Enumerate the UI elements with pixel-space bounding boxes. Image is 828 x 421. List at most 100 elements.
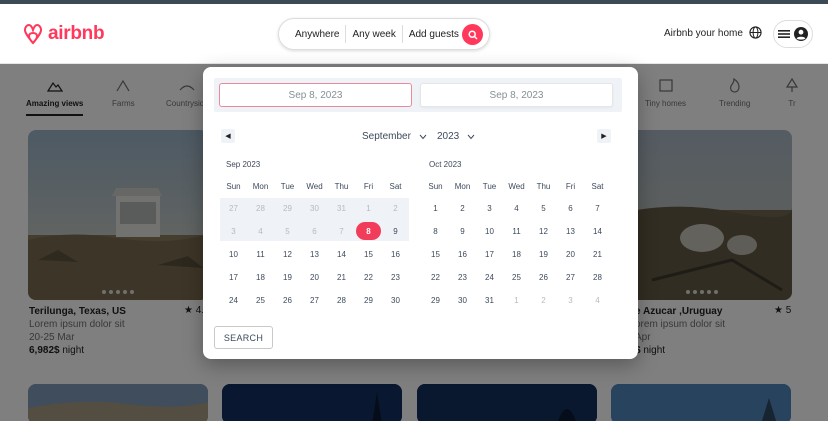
year-select[interactable]: 2023 (437, 131, 475, 142)
triangle-left-icon: ◀ (225, 133, 231, 140)
search-when[interactable]: Any week (346, 25, 401, 43)
hamburger-icon (778, 30, 790, 38)
calendar-day[interactable]: 26 (530, 267, 557, 287)
calendar-day[interactable]: 5 (530, 198, 557, 218)
search-who[interactable]: Add guests (403, 25, 465, 43)
calendar-day[interactable]: 12 (530, 221, 557, 241)
calendar-day[interactable]: 1 (422, 198, 449, 218)
calendar-day: 6 (312, 226, 317, 236)
search-bar[interactable]: Anywhere Any week Add guests (278, 18, 490, 50)
calendar-day[interactable]: 31 (476, 290, 503, 310)
weekday-label: Fri (565, 182, 576, 191)
calendar-day[interactable]: 14 (584, 221, 611, 241)
site-header: airbnb Anywhere Any week Add guests Airb… (0, 4, 828, 64)
calendar-day[interactable]: 18 (503, 244, 530, 264)
start-date-field[interactable]: Sep 8, 2023 (219, 83, 412, 107)
calendar-day[interactable]: 19 (530, 244, 557, 264)
calendar-day: 1 (366, 203, 371, 213)
calendar-day[interactable]: 28 (584, 267, 611, 287)
calendar-day: 2 (541, 295, 546, 305)
calendar-day[interactable]: 18 (247, 267, 274, 287)
calendar-day[interactable]: 16 (382, 244, 409, 264)
weekday-label: Fri (363, 182, 374, 191)
calendar-day[interactable]: 11 (247, 244, 274, 264)
calendar-day[interactable]: 26 (274, 290, 301, 310)
weekday-label: Wed (306, 182, 323, 191)
calendar-day-selected[interactable]: 8 (355, 221, 382, 241)
user-avatar-icon (794, 27, 808, 41)
search-button[interactable] (462, 24, 483, 45)
calendar-day[interactable]: 22 (422, 267, 449, 287)
search-dates-button[interactable]: SEARCH (214, 326, 273, 349)
calendar-day[interactable]: 23 (449, 267, 476, 287)
next-month-button[interactable]: ▶ (597, 129, 611, 143)
calendar-day[interactable]: 19 (274, 267, 301, 287)
calendar-day[interactable]: 29 (355, 290, 382, 310)
calendar-day[interactable]: 8 (422, 221, 449, 241)
calendar-day[interactable]: 29 (422, 290, 449, 310)
calendar-day: 1 (514, 295, 519, 305)
end-date-field[interactable]: Sep 8, 2023 (420, 83, 613, 107)
calendar-day: 3 (231, 226, 236, 236)
calendar-day[interactable]: 20 (301, 267, 328, 287)
calendar-day[interactable]: 13 (301, 244, 328, 264)
calendar-day[interactable]: 24 (220, 290, 247, 310)
calendar-day[interactable]: 22 (355, 267, 382, 287)
airbnb-logo[interactable]: airbnb (22, 22, 105, 46)
calendar-day[interactable]: 2 (449, 198, 476, 218)
weekday-label: Thu (334, 182, 349, 191)
calendar-day[interactable]: 27 (557, 267, 584, 287)
calendar-day[interactable]: 12 (274, 244, 301, 264)
calendar-day[interactable]: 16 (449, 244, 476, 264)
calendar-day: 31 (337, 203, 346, 213)
weekday-label: Sat (389, 182, 402, 191)
calendar-day[interactable]: 30 (449, 290, 476, 310)
month-select-value: September (362, 131, 411, 142)
calendar-day[interactable]: 15 (355, 244, 382, 264)
calendar-day: 4 (258, 226, 263, 236)
calendar-day: 29 (283, 203, 292, 213)
calendar-day[interactable]: 9 (449, 221, 476, 241)
month-caption-oct: Oct 2023 (429, 160, 462, 169)
calendar-day[interactable]: 27 (301, 290, 328, 310)
calendar-day: 3 (568, 295, 573, 305)
calendar-day[interactable]: 9 (382, 221, 409, 241)
calendar-day[interactable]: 25 (247, 290, 274, 310)
calendar-day[interactable]: 14 (328, 244, 355, 264)
weekday-label: Sun (428, 182, 443, 191)
calendar-day[interactable]: 24 (476, 267, 503, 287)
prev-month-button[interactable]: ◀ (221, 129, 235, 143)
weekday-label: Tue (482, 182, 497, 191)
calendar-day[interactable]: 7 (584, 198, 611, 218)
calendar-day[interactable]: 17 (220, 267, 247, 287)
calendar-day[interactable]: 15 (422, 244, 449, 264)
chevron-down-icon (419, 134, 427, 139)
calendar-day[interactable]: 28 (328, 290, 355, 310)
month-caption-sep: Sep 2023 (226, 160, 261, 169)
airbnb-logo-icon (23, 23, 43, 45)
profile-menu-button[interactable] (773, 20, 813, 48)
calendar-day[interactable]: 13 (557, 221, 584, 241)
calendar-day[interactable]: 11 (503, 221, 530, 241)
calendar-day[interactable]: 21 (584, 244, 611, 264)
calendar-day[interactable]: 3 (476, 198, 503, 218)
calendar-day[interactable]: 20 (557, 244, 584, 264)
calendar-day[interactable]: 30 (382, 290, 409, 310)
calendar-day[interactable]: 25 (503, 267, 530, 287)
weekday-label: Thu (536, 182, 551, 191)
search-where[interactable]: Anywhere (279, 25, 345, 43)
calendar-day[interactable]: 6 (557, 198, 584, 218)
calendar-day[interactable]: 17 (476, 244, 503, 264)
calendar-day: 28 (256, 203, 265, 213)
calendar-day: 2 (393, 203, 398, 213)
calendar-day: 30 (310, 203, 319, 213)
weekday-label: Sat (591, 182, 604, 191)
month-select[interactable]: September (362, 131, 427, 142)
globe-icon[interactable] (749, 26, 762, 39)
calendar-day[interactable]: 10 (220, 244, 247, 264)
host-link[interactable]: Airbnb your home (664, 28, 743, 39)
calendar-day[interactable]: 4 (503, 198, 530, 218)
calendar-day[interactable]: 23 (382, 267, 409, 287)
calendar-day[interactable]: 10 (476, 221, 503, 241)
calendar-day[interactable]: 21 (328, 267, 355, 287)
